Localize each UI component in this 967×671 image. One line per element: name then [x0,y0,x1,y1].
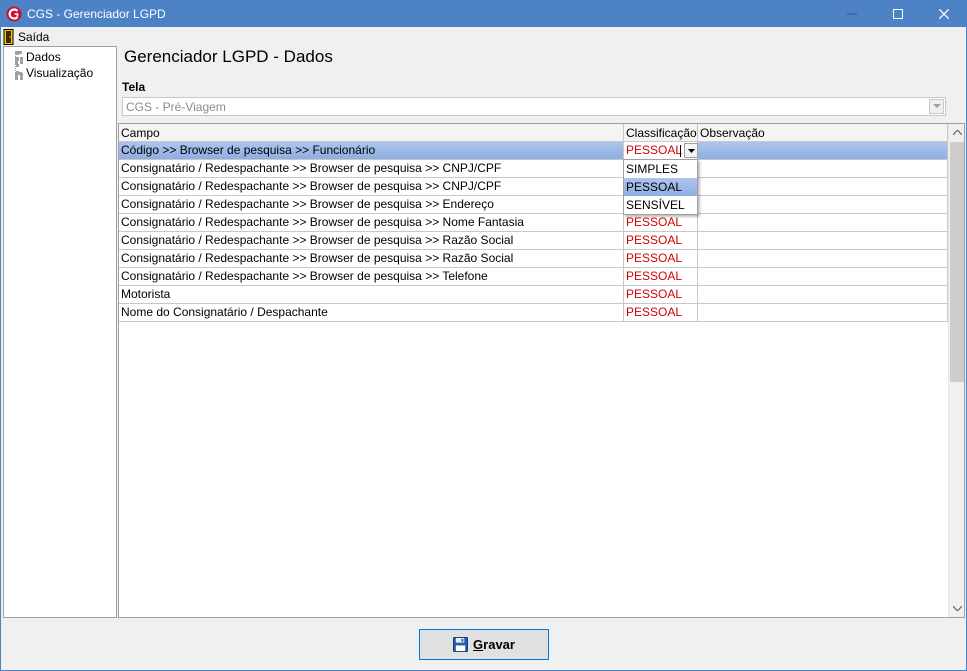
close-button[interactable] [921,1,967,27]
cell-classificacao[interactable]: PESSOAL [624,214,698,231]
cell-observacao[interactable] [698,286,948,303]
main-window: CGS - Gerenciador LGPD Saída Dados Visua… [0,0,967,671]
cell-campo[interactable]: Nome do Consignatário / Despachante [119,304,624,321]
save-button-label-rest: ravar [483,637,515,652]
save-button-label: Gravar [473,637,515,652]
cell-campo[interactable]: Consignatário / Redespachante >> Browser… [119,214,624,231]
cell-campo[interactable]: Consignatário / Redespachante >> Browser… [119,160,624,177]
cell-classificacao[interactable]: PESSOAL [624,286,698,303]
table-row[interactable]: Consignatário / Redespachante >> Browser… [119,160,948,178]
page-title: Gerenciador LGPD - Dados [124,47,333,66]
cell-observacao[interactable] [698,178,948,195]
classification-dropdown-button[interactable] [684,143,698,158]
cell-observacao[interactable] [698,142,948,159]
cell-classificacao[interactable]: PESSOAL [624,232,698,249]
tree-connector [15,57,23,61]
grid-header: Campo Classificação Observação [119,124,948,142]
cell-observacao[interactable] [698,160,948,177]
table-row[interactable]: Consignatário / Redespachante >> Browser… [119,232,948,250]
cell-classificacao[interactable]: PESSOAL [624,250,698,267]
table-row[interactable]: Consignatário / Redespachante >> Browser… [119,250,948,268]
table-row[interactable]: Consignatário / Redespachante >> Browser… [119,196,948,214]
scroll-up-button[interactable] [949,124,964,141]
menu-exit-label: Saída [18,29,50,44]
scroll-down-button[interactable] [949,600,964,617]
table-row[interactable]: Código >> Browser de pesquisa >> Funcion… [119,142,948,160]
cell-campo[interactable]: Motorista [119,286,624,303]
text-caret [680,145,681,157]
classification-dropdown-list[interactable]: SIMPLES PESSOAL SENSÍVEL [623,159,698,215]
table-row[interactable]: Consignatário / Redespachante >> Browser… [119,268,948,286]
tree-item-visualizacao[interactable]: Visualização [26,66,93,80]
maximize-button[interactable] [875,1,921,27]
minimize-button[interactable] [829,1,875,27]
menu-bar: Saída [1,27,966,46]
navigation-tree: Dados Visualização [3,46,117,618]
cell-campo[interactable]: Consignatário / Redespachante >> Browser… [119,196,624,213]
save-button-mnemonic: G [473,637,484,652]
tela-select-button[interactable] [929,99,944,114]
cell-classificacao[interactable]: PESSOAL [624,268,698,285]
cell-campo[interactable]: Código >> Browser de pesquisa >> Funcion… [119,142,624,159]
window-title: CGS - Gerenciador LGPD [27,7,166,21]
classification-editor-value[interactable]: PESSOAL [626,142,682,159]
column-header-classificacao[interactable]: Classificação [624,124,698,142]
tela-label: Tela [122,80,146,94]
data-grid[interactable]: Campo Classificação Observação Código >>… [118,123,965,618]
table-row[interactable]: Nome do Consignatário / Despachante PESS… [119,304,948,322]
cell-campo[interactable]: Consignatário / Redespachante >> Browser… [119,250,624,267]
table-row[interactable]: Consignatário / Redespachante >> Browser… [119,178,948,196]
chevron-down-icon [687,148,695,153]
minimize-icon [847,13,857,15]
title-bar[interactable]: CGS - Gerenciador LGPD [1,1,966,27]
column-header-campo[interactable]: Campo [119,124,624,142]
exit-door-icon [3,28,14,45]
vertical-scrollbar[interactable] [948,124,964,617]
cell-campo[interactable]: Consignatário / Redespachante >> Browser… [119,178,624,195]
column-header-observacao[interactable]: Observação [698,124,948,142]
cell-campo[interactable]: Consignatário / Redespachante >> Browser… [119,232,624,249]
cell-classificacao[interactable]: PESSOAL [624,304,698,321]
scrollbar-thumb[interactable] [950,142,964,382]
classification-editor[interactable]: PESSOAL [624,142,698,159]
tree-connector [15,51,19,75]
table-row[interactable]: Consignatário / Redespachante >> Browser… [119,214,948,232]
cgs-logo-icon [6,6,22,22]
chevron-down-icon [932,104,941,108]
menu-exit[interactable]: Saída [3,28,49,45]
dropdown-option-sensivel[interactable]: SENSÍVEL [624,196,697,214]
tela-select-value: CGS - Pré-Viagem [126,100,226,114]
close-icon [939,9,949,19]
chevron-up-icon [952,130,962,135]
chevron-down-icon [952,606,962,611]
cell-observacao[interactable] [698,268,948,285]
floppy-disk-icon [453,637,469,652]
save-button[interactable]: Gravar [419,629,549,660]
tela-select[interactable]: CGS - Pré-Viagem [122,97,946,116]
dropdown-option-simples[interactable]: SIMPLES [624,160,697,178]
tree-item-dados[interactable]: Dados [26,50,61,64]
cell-observacao[interactable] [698,304,948,321]
cell-campo[interactable]: Consignatário / Redespachante >> Browser… [119,268,624,285]
dropdown-option-pessoal[interactable]: PESSOAL [624,178,697,196]
cell-observacao[interactable] [698,214,948,231]
cell-observacao[interactable] [698,196,948,213]
maximize-icon [893,9,903,19]
cell-observacao[interactable] [698,232,948,249]
cell-observacao[interactable] [698,250,948,267]
table-row[interactable]: Motorista PESSOAL [119,286,948,304]
tree-connector [15,73,23,77]
